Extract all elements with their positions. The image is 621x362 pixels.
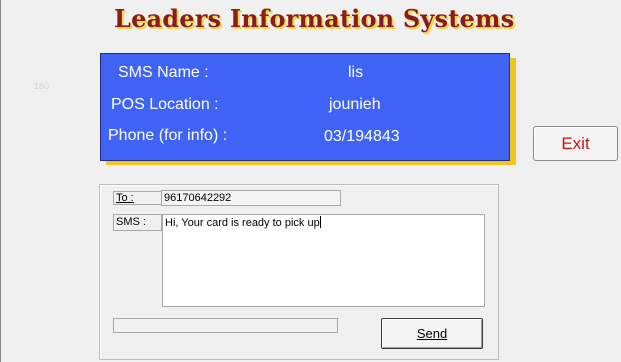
sms-message-text: Hi, Your card is ready to pick up xyxy=(165,217,320,229)
to-label-text: To : xyxy=(116,192,134,204)
to-label: To : xyxy=(113,191,162,205)
pos-location-label: POS Location : xyxy=(111,96,219,113)
phone-value: 03/194843 xyxy=(324,128,400,145)
send-button[interactable]: Send xyxy=(381,318,483,349)
sms-message-field[interactable]: Hi, Your card is ready to pick up xyxy=(162,214,485,307)
exit-button-label: Exit xyxy=(561,133,590,153)
pos-location-value: jounieh xyxy=(329,96,381,113)
send-button-label: Send xyxy=(416,326,448,341)
app-title: Leaders Information Systems xyxy=(114,4,515,33)
exit-button[interactable]: Exit xyxy=(533,126,618,161)
phone-label: Phone (for info) : xyxy=(108,127,228,144)
background-number: 180 xyxy=(34,81,50,91)
sms-label: SMS : xyxy=(113,214,162,231)
sms-name-value: lis xyxy=(348,64,364,81)
sms-name-label: SMS Name : xyxy=(118,64,209,81)
window-left-edge xyxy=(0,0,1,362)
send-progress-bar xyxy=(113,318,338,333)
to-field[interactable]: 96170642292 xyxy=(161,190,341,206)
sms-label-text: SMS : xyxy=(116,216,146,228)
text-caret-icon xyxy=(319,216,321,228)
info-panel: SMS Name : lis POS Location : jounieh Ph… xyxy=(100,53,510,161)
